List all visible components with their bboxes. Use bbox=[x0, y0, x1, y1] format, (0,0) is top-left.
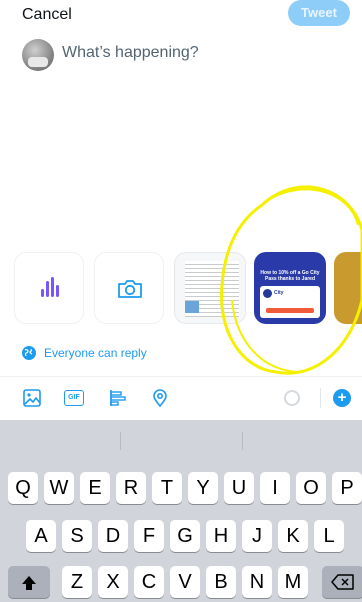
reply-setting[interactable]: Everyone can reply bbox=[22, 345, 147, 361]
gallery-photo-thumbnail[interactable] bbox=[174, 252, 246, 324]
user-avatar[interactable] bbox=[22, 39, 54, 71]
voice-waveform-icon bbox=[41, 277, 61, 301]
image-icon[interactable] bbox=[22, 388, 42, 408]
compose-toolbar: GIF + bbox=[0, 380, 362, 416]
globe-icon bbox=[22, 346, 36, 360]
backspace-key[interactable] bbox=[322, 566, 362, 598]
key-d[interactable]: D bbox=[98, 520, 128, 552]
key-m[interactable]: M bbox=[278, 566, 308, 598]
camera-icon bbox=[118, 280, 142, 298]
key-z[interactable]: Z bbox=[62, 566, 92, 598]
backspace-icon bbox=[331, 574, 354, 590]
key-g[interactable]: G bbox=[170, 520, 200, 552]
key-i[interactable]: I bbox=[260, 472, 290, 504]
gallery-photo-thumbnail[interactable]: How to 10% off a Go City Pass thanks to … bbox=[254, 252, 326, 324]
key-n[interactable]: N bbox=[242, 566, 272, 598]
photo-headline: How to 10% off a Go City Pass thanks to … bbox=[260, 270, 320, 282]
cancel-button[interactable]: Cancel bbox=[22, 6, 72, 24]
gif-icon[interactable]: GIF bbox=[64, 390, 84, 406]
key-j[interactable]: J bbox=[242, 520, 272, 552]
shift-icon bbox=[22, 576, 36, 590]
key-q[interactable]: Q bbox=[8, 472, 38, 504]
key-c[interactable]: C bbox=[134, 566, 164, 598]
key-p[interactable]: P bbox=[332, 472, 362, 504]
gif-label: GIF bbox=[68, 394, 80, 401]
poll-icon[interactable] bbox=[108, 388, 128, 408]
gallery-photo-thumbnail[interactable] bbox=[334, 252, 362, 324]
location-icon[interactable] bbox=[150, 388, 170, 408]
key-a[interactable]: A bbox=[26, 520, 56, 552]
key-u[interactable]: U bbox=[224, 472, 254, 504]
voice-tweet-button[interactable] bbox=[14, 252, 84, 324]
keyboard-suggestion-bar bbox=[0, 420, 362, 460]
key-s[interactable]: S bbox=[62, 520, 92, 552]
divider bbox=[0, 376, 362, 377]
key-f[interactable]: F bbox=[134, 520, 164, 552]
suggestion-divider bbox=[242, 432, 243, 450]
photo-cta-bar bbox=[266, 308, 314, 313]
key-l[interactable]: L bbox=[314, 520, 344, 552]
character-count-ring bbox=[284, 390, 300, 406]
key-e[interactable]: E bbox=[80, 472, 110, 504]
camera-button[interactable] bbox=[94, 252, 164, 324]
compose-input[interactable]: What’s happening? bbox=[62, 44, 199, 62]
key-v[interactable]: V bbox=[170, 566, 200, 598]
key-x[interactable]: X bbox=[98, 566, 128, 598]
suggestion-divider bbox=[120, 432, 121, 450]
photo-logo-label: City bbox=[274, 290, 284, 296]
key-k[interactable]: K bbox=[278, 520, 308, 552]
tweet-button[interactable]: Tweet bbox=[288, 0, 350, 26]
on-screen-keyboard: QWERTYUIOP ASDFGHJKL ZXCVBNM bbox=[0, 420, 362, 602]
add-thread-button[interactable]: + bbox=[333, 389, 351, 407]
key-t[interactable]: T bbox=[152, 472, 182, 504]
compose-header: Cancel Tweet bbox=[0, 0, 362, 32]
key-h[interactable]: H bbox=[206, 520, 236, 552]
key-w[interactable]: W bbox=[44, 472, 74, 504]
toolbar-separator bbox=[320, 388, 321, 408]
key-b[interactable]: B bbox=[206, 566, 236, 598]
media-picker-row: How to 10% off a Go City Pass thanks to … bbox=[0, 252, 362, 326]
photo-inline-image bbox=[185, 301, 199, 313]
city-logo-icon bbox=[263, 289, 272, 298]
shift-key[interactable] bbox=[8, 566, 50, 598]
key-y[interactable]: Y bbox=[188, 472, 218, 504]
key-r[interactable]: R bbox=[116, 472, 146, 504]
key-o[interactable]: O bbox=[296, 472, 326, 504]
reply-setting-label: Everyone can reply bbox=[44, 346, 147, 360]
